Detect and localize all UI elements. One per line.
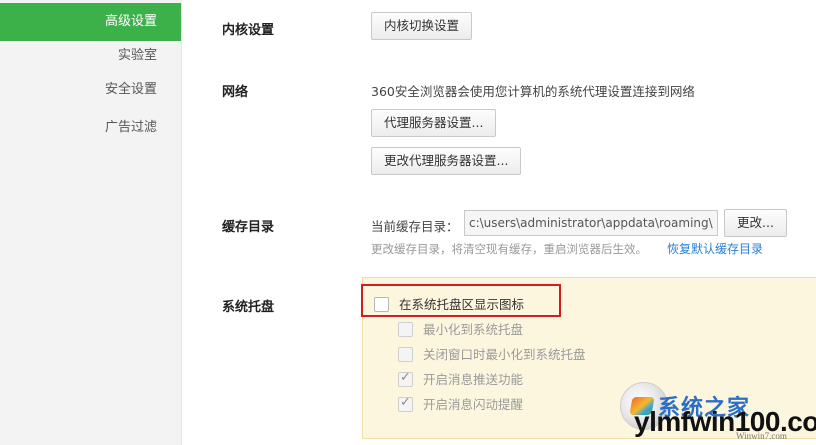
checkmark-icon: ✓ — [400, 395, 411, 410]
kernel-switch-button[interactable]: 内核切换设置 — [371, 12, 473, 40]
checkbox[interactable] — [398, 322, 413, 337]
cache-current-label: 当前缓存目录： — [371, 219, 459, 234]
cache-hint: 更改缓存目录，将清空现有缓存，重启浏览器后生效。 — [371, 242, 647, 256]
highlight-annotation-box — [361, 284, 561, 317]
checkbox[interactable] — [398, 347, 413, 362]
network-description: 360安全浏览器会使用您计算机的系统代理设置连接到网络 — [371, 84, 695, 99]
sidebar-item-lab[interactable]: 实验室 — [0, 37, 181, 75]
check-label: 开启消息推送功能 — [423, 372, 524, 387]
watermark-small-text: Winwin7.com — [736, 431, 787, 441]
cache-section-title: 缓存目录 — [222, 220, 275, 235]
check-label: 最小化到系统托盘 — [423, 322, 524, 337]
sidebar-divider — [181, 0, 182, 445]
network-section-title: 网络 — [222, 85, 249, 100]
checkmark-icon: ✓ — [400, 370, 411, 385]
sidebar-item-security[interactable]: 安全设置 — [0, 71, 181, 109]
checkbox[interactable]: ✓ — [398, 395, 413, 412]
check-label: 关闭窗口时最小化到系统托盘 — [423, 347, 586, 362]
change-proxy-settings-button[interactable]: 更改代理服务器设置... — [371, 147, 522, 175]
sidebar-item-advanced[interactable]: 高级设置 — [0, 3, 181, 41]
restore-cache-link[interactable]: 恢复默认缓存目录 — [667, 240, 763, 257]
kernel-section-title: 内核设置 — [222, 23, 275, 38]
sidebar-item-ad-filter[interactable]: 广告过滤 — [0, 109, 181, 147]
cache-path-field[interactable] — [464, 210, 718, 236]
site-watermark: 系统之家 ylmfwin100.com Winwin7.com — [616, 376, 816, 442]
change-cache-button[interactable]: 更改... — [724, 209, 787, 237]
watermark-main-text: ylmfwin100.com — [634, 406, 816, 437]
tray-section-title: 系统托盘 — [222, 300, 275, 315]
proxy-settings-button[interactable]: 代理服务器设置... — [371, 109, 497, 137]
checkbox[interactable]: ✓ — [398, 370, 413, 387]
check-label: 开启消息闪动提醒 — [423, 397, 524, 412]
settings-sidebar: 高级设置 实验室 安全设置 广告过滤 — [0, 0, 181, 445]
